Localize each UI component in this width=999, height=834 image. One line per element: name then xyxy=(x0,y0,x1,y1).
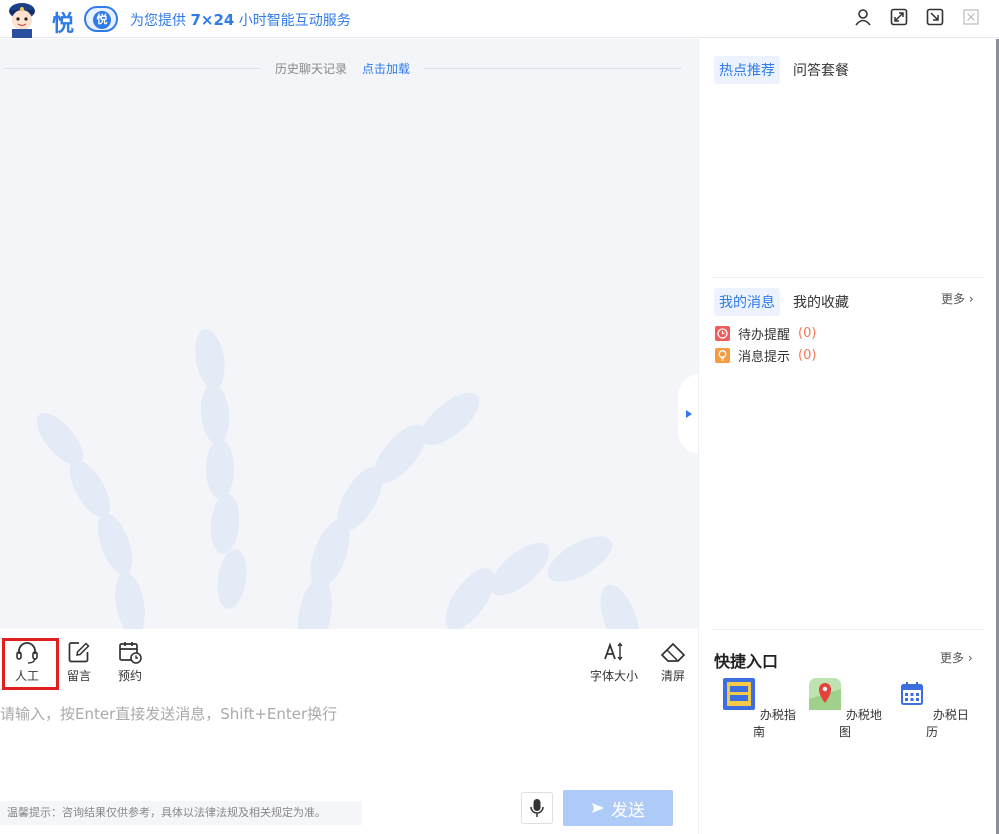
appointment-button[interactable]: 预约 xyxy=(113,639,147,684)
collapse-panel-button[interactable] xyxy=(678,374,698,454)
send-arrow-icon xyxy=(592,803,604,813)
calendar-clock-icon xyxy=(119,642,142,664)
more-label: 更多 xyxy=(941,292,966,306)
bulb-icon xyxy=(715,348,730,363)
tab-hot-recommend[interactable]: 热点推荐 xyxy=(714,56,780,84)
send-button[interactable]: 发送 xyxy=(563,790,673,826)
tax-map-label: 办税地图 xyxy=(838,708,882,739)
tagline-suffix: 小时智能互动服务 xyxy=(234,13,351,29)
todo-reminder-count: (0) xyxy=(798,326,817,341)
send-label: 发送 xyxy=(611,800,645,821)
divider xyxy=(713,277,985,278)
tax-guide-icon xyxy=(723,678,756,710)
tagline: 为您提供 7×24 小时智能互动服务 xyxy=(130,10,351,30)
load-history-link[interactable]: 点击加载 xyxy=(362,60,410,77)
voice-input-button[interactable] xyxy=(521,792,553,824)
brand-badge-icon: 悦 xyxy=(84,6,118,32)
microphone-icon xyxy=(530,799,544,817)
chat-area: 历史聊天记录 点击加载 xyxy=(0,39,698,629)
leave-message-label: 留言 xyxy=(66,669,91,683)
messages-more-link[interactable]: 更多 › xyxy=(941,290,974,307)
tax-guide-label: 办税指南 xyxy=(752,708,796,739)
user-icon[interactable] xyxy=(852,6,874,28)
todo-reminder-label: 待办提醒 xyxy=(738,328,791,343)
todo-reminder-item[interactable]: 待办提醒 (0) xyxy=(715,324,816,343)
message-notice-item[interactable]: 消息提示 (0) xyxy=(715,346,816,365)
divider xyxy=(424,68,682,69)
tax-guide-link[interactable]: 办税指南 xyxy=(719,677,799,740)
brand-badge-text: 悦 xyxy=(93,11,111,29)
tagline-hours: 7×24 xyxy=(190,11,235,29)
caret-right-icon xyxy=(686,410,692,418)
right-panel: 热点推荐 问答套餐 我的消息 我的收藏 更多 › 待办提醒 (0) 消息提示 (… xyxy=(698,39,999,834)
leave-message-button[interactable]: 留言 xyxy=(62,639,96,684)
message-notice-label: 消息提示 xyxy=(738,350,791,365)
calendar-icon xyxy=(901,682,924,705)
quick-entry-title: 快捷入口 xyxy=(714,652,779,671)
clear-screen-label: 清屏 xyxy=(660,669,685,683)
tagline-prefix: 为您提供 xyxy=(130,13,191,29)
clear-screen-button[interactable]: 清屏 xyxy=(657,639,689,684)
tab-my-messages[interactable]: 我的消息 xyxy=(714,288,780,316)
maximize-icon[interactable] xyxy=(888,6,910,28)
history-label: 历史聊天记录 xyxy=(275,62,348,76)
tax-calendar-label: 办税日历 xyxy=(925,708,969,739)
message-input[interactable] xyxy=(0,693,690,783)
brand-name: 悦 xyxy=(52,12,75,37)
disclaimer-tip: 温馨提示：咨询结果仅供参考，具体以法律法规及相关规定为准。 xyxy=(0,801,362,825)
assistant-avatar-icon xyxy=(9,3,35,38)
appointment-label: 预约 xyxy=(117,669,142,683)
minimize-icon[interactable] xyxy=(924,6,946,28)
divider xyxy=(4,68,260,69)
input-area: 温馨提示：咨询结果仅供参考，具体以法律法规及相关规定为准。 发送 xyxy=(0,693,698,834)
message-notice-count: (0) xyxy=(798,348,817,363)
app-header: 悦 悦 为您提供 7×24 小时智能互动服务 xyxy=(0,0,999,38)
map-pin-icon xyxy=(809,678,842,710)
highlight-box xyxy=(2,638,59,690)
font-size-icon xyxy=(604,642,623,661)
eraser-icon xyxy=(660,642,686,662)
tax-map-link[interactable]: 办税地图 xyxy=(805,677,885,740)
clock-icon xyxy=(715,326,730,341)
tab-my-favorites[interactable]: 我的收藏 xyxy=(788,288,854,316)
font-size-button[interactable]: 字体大小 xyxy=(588,639,640,684)
more-label: 更多 xyxy=(940,651,965,665)
close-icon[interactable] xyxy=(960,6,982,28)
divider xyxy=(713,629,985,630)
input-toolbar: 人工 留言 预约 字体大小 清屏 xyxy=(0,629,698,691)
quick-more-link[interactable]: 更多 › xyxy=(940,649,973,666)
wheat-watermark-icon xyxy=(36,329,640,629)
tax-calendar-link[interactable]: 办税日历 xyxy=(892,677,972,740)
tab-qa-package[interactable]: 问答套餐 xyxy=(788,56,854,84)
edit-icon xyxy=(68,642,90,663)
font-size-label: 字体大小 xyxy=(589,669,638,683)
